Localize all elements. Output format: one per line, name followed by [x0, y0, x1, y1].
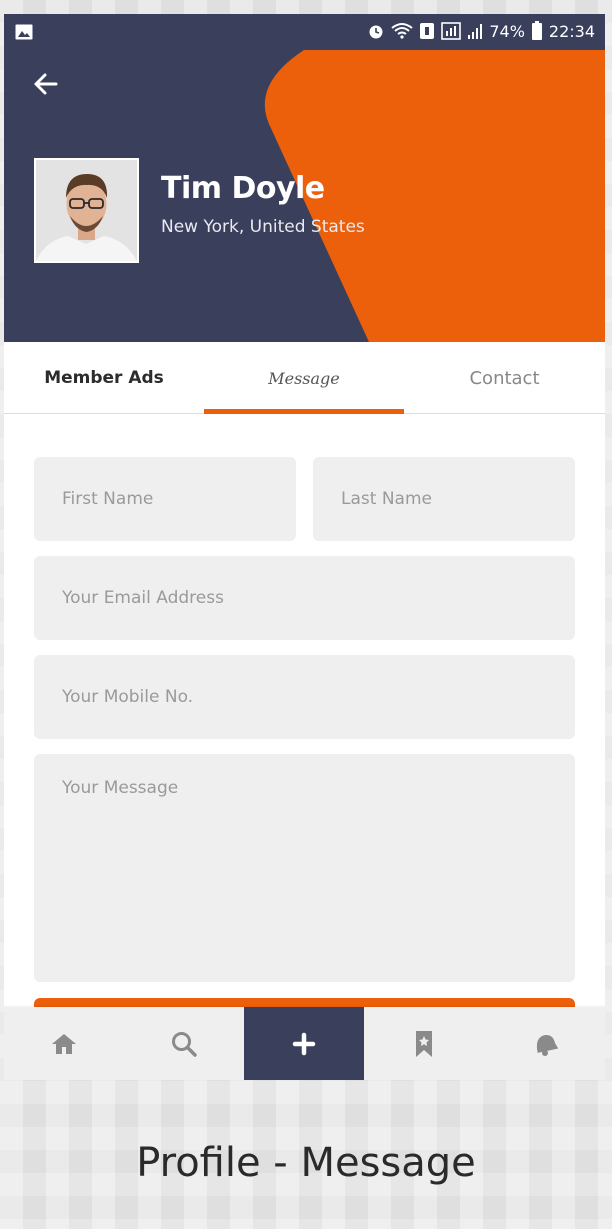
- profile-location: New York, United States: [161, 217, 365, 237]
- profile-header: 74% 22:34 Tim Doyle New York, United Sta…: [4, 14, 605, 342]
- back-button[interactable]: [28, 66, 64, 102]
- nav-add-button[interactable]: [244, 1007, 364, 1080]
- nav-home-button[interactable]: [4, 1007, 124, 1080]
- tab-contact[interactable]: Contact: [404, 342, 605, 414]
- battery-percentage: 74%: [489, 21, 525, 41]
- search-icon: [172, 1031, 197, 1057]
- data-saver-icon: [420, 23, 435, 39]
- gallery-notification-icon: [15, 24, 33, 40]
- battery-icon: [531, 21, 542, 40]
- signal-icon: [468, 24, 483, 39]
- last-name-field[interactable]: [313, 457, 575, 541]
- active-tab-indicator: [204, 409, 404, 414]
- nav-search-button[interactable]: [124, 1007, 244, 1080]
- profile-name: Tim Doyle: [161, 171, 325, 206]
- message-field[interactable]: [34, 754, 575, 982]
- wifi-icon: [391, 23, 413, 39]
- person-photo: [36, 160, 137, 261]
- nav-bookmark-button[interactable]: [364, 1007, 484, 1080]
- bookmark-icon: [416, 1030, 432, 1057]
- first-name-field[interactable]: [34, 457, 296, 541]
- screen-caption: Profile - Message: [136, 1140, 476, 1186]
- notification-bell-icon: [536, 1034, 558, 1056]
- mobile-field[interactable]: [34, 655, 575, 739]
- profile-avatar: [34, 158, 139, 263]
- alarm-icon: [369, 25, 383, 39]
- phone-screen: 74% 22:34 Tim Doyle New York, United Sta…: [4, 14, 605, 1080]
- clock-time: 22:34: [548, 21, 595, 41]
- nav-notifications-button[interactable]: [484, 1007, 605, 1080]
- screen-cast-icon: [441, 22, 462, 40]
- plus-icon: [292, 1032, 316, 1055]
- tab-message[interactable]: Message: [204, 342, 404, 414]
- status-bar: 74% 22:34: [4, 14, 605, 50]
- bottom-navigation: [4, 1007, 605, 1080]
- home-icon: [52, 1033, 76, 1054]
- arrow-left-icon: [34, 73, 58, 95]
- email-field[interactable]: [34, 556, 575, 640]
- profile-tabs: Member Ads Message Contact: [4, 342, 605, 414]
- tab-member-ads[interactable]: Member Ads: [4, 342, 204, 414]
